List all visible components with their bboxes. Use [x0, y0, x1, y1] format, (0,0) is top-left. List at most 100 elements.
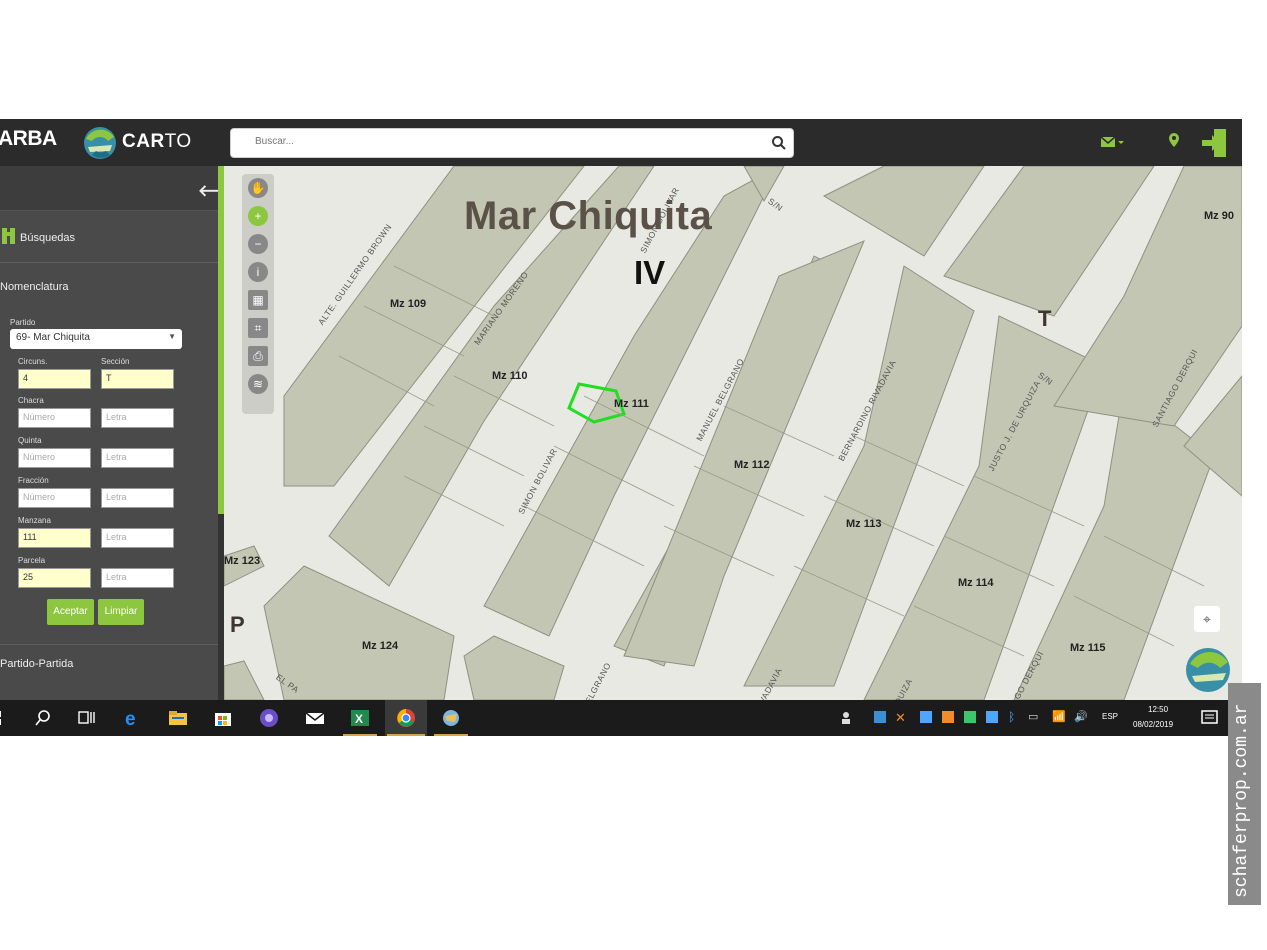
tray-app-icon[interactable]	[874, 711, 886, 723]
search-box[interactable]	[230, 128, 794, 158]
file-explorer-icon[interactable]	[167, 707, 189, 729]
app-header: ARBA CARTO	[0, 119, 1242, 166]
network-icon[interactable]: 📶	[1052, 710, 1066, 723]
nomenclatura-label[interactable]: Nomenclatura	[0, 281, 68, 293]
limpiar-button[interactable]: Limpiar	[98, 599, 144, 625]
parcela-letter-field[interactable]: Letra	[101, 568, 174, 588]
search-input[interactable]	[253, 135, 757, 148]
carto-wordmark: CARTO	[122, 131, 192, 152]
notifications-icon[interactable]	[1200, 708, 1220, 728]
search-icon[interactable]	[771, 135, 787, 151]
manzana-label: Manzana	[18, 516, 51, 525]
search-sidebar: 🡐 Búsquedas Nomenclatura Partido 69- Mar…	[0, 166, 241, 700]
map-letter-t: T	[1038, 306, 1052, 331]
seccion-field[interactable]: T	[101, 369, 174, 389]
chacra-letter-field[interactable]: Letra	[101, 408, 174, 428]
location-pin-icon[interactable]	[1166, 131, 1182, 153]
mail-icon[interactable]	[304, 707, 326, 729]
clock-date[interactable]: 08/02/2019	[1133, 720, 1173, 729]
tray-app-icon[interactable]	[986, 711, 998, 723]
chrome-icon[interactable]	[395, 707, 417, 729]
seccion-label: Sección	[101, 357, 130, 366]
logout-icon[interactable]	[1200, 127, 1230, 159]
aceptar-button[interactable]: Aceptar	[47, 599, 94, 625]
store-icon[interactable]	[212, 707, 234, 729]
block-label-mz123: Mz 123	[224, 555, 261, 567]
circuns-label: Circuns.	[18, 357, 48, 366]
task-view-icon[interactable]	[76, 707, 98, 729]
block-label-mz124: Mz 124	[362, 640, 399, 652]
select-area-icon[interactable]: ▦	[248, 290, 268, 310]
measure-icon[interactable]: ⌗	[248, 318, 268, 338]
active-indicator	[387, 734, 425, 736]
zoom-in-icon[interactable]: +	[248, 206, 268, 226]
divider	[0, 644, 218, 645]
print-icon[interactable]: ⎙	[248, 346, 268, 366]
map-block	[224, 660, 265, 700]
windows-start-icon[interactable]	[0, 707, 14, 729]
people-icon[interactable]	[840, 710, 856, 726]
search-icon[interactable]	[32, 707, 54, 729]
pan-hand-icon[interactable]: ✋	[248, 178, 268, 198]
zoom-out-icon[interactable]: −	[248, 234, 268, 254]
map-letter-p: P	[230, 612, 245, 637]
chevron-down-icon: ▼	[168, 332, 176, 341]
svg-text:X: X	[355, 712, 363, 726]
quinta-label: Quinta	[18, 436, 42, 445]
layers-icon[interactable]: ≋	[248, 374, 268, 394]
maps-app-icon[interactable]	[440, 707, 462, 729]
clock-time[interactable]: 12:50	[1148, 705, 1168, 714]
tray-app-icon[interactable]	[964, 711, 976, 723]
battery-icon[interactable]: ▭	[1028, 710, 1038, 723]
cadastral-map[interactable]: ✋ + − i ▦ ⌗ ⎙ ≋ Mar Chiquita IV T P Mz 1…	[224, 166, 1242, 700]
edge-browser-icon[interactable]: e	[122, 707, 144, 729]
chacra-number-field[interactable]: Número	[18, 408, 91, 428]
sidebar-header: 🡐	[0, 166, 241, 211]
map-block	[943, 166, 1155, 317]
tray-app-icon[interactable]	[942, 711, 954, 723]
fraccion-number-field[interactable]: Número	[18, 488, 91, 508]
carto-logo-icon	[84, 127, 116, 159]
partido-partida-label[interactable]: Partido-Partida	[0, 658, 73, 670]
screenshot-frame: ARBA CARTO Buscar... Búsquedas Nomenclat…	[0, 119, 1242, 736]
quinta-letter-field[interactable]: Letra	[101, 448, 174, 468]
busquedas-label[interactable]: Búsquedas	[20, 232, 75, 244]
tray-matlab-icon[interactable]: ✕	[895, 710, 906, 726]
partido-select[interactable]: 69- Mar Chiquita ▼	[10, 329, 182, 349]
media-player-icon[interactable]	[258, 707, 280, 729]
partido-value: 69- Mar Chiquita	[16, 332, 90, 343]
block-label-mz112: Mz 112	[734, 459, 770, 471]
info-icon[interactable]: i	[248, 262, 268, 282]
binoculars-icon	[2, 228, 15, 244]
excel-icon[interactable]: X	[349, 707, 371, 729]
carto-map-logo-icon	[1186, 648, 1230, 692]
quinta-number-field[interactable]: Número	[18, 448, 91, 468]
bluetooth-icon[interactable]: ᛒ	[1008, 710, 1015, 724]
volume-icon[interactable]: 🔊	[1074, 710, 1088, 723]
active-indicator	[343, 734, 377, 736]
manzana-field[interactable]: 111	[18, 528, 91, 548]
block-label-mz115: Mz 115	[1070, 642, 1106, 654]
arba-logo: ARBA	[0, 127, 57, 150]
watermark-text: schaferprop.com.ar	[1232, 703, 1252, 898]
watermark-banner: schaferprop.com.ar	[1228, 683, 1261, 905]
chacra-label: Chacra	[18, 396, 44, 405]
manzana-letter-field[interactable]: Letra	[101, 528, 174, 548]
fraccion-label: Fracción	[18, 476, 49, 485]
mail-dropdown-icon[interactable]	[1100, 131, 1126, 153]
partido-label: Partido	[10, 318, 36, 327]
fraccion-letter-field[interactable]: Letra	[101, 488, 174, 508]
language-indicator[interactable]: ESP	[1102, 712, 1118, 721]
parcela-field[interactable]: 25	[18, 568, 91, 588]
circuns-field[interactable]: 4	[18, 369, 91, 389]
map-block	[463, 635, 565, 700]
block-label-mz114: Mz 114	[958, 577, 994, 589]
tray-app-icon[interactable]	[920, 711, 932, 723]
locate-icon[interactable]: ⌖	[1194, 606, 1220, 632]
windows-taskbar: e X ✕ ᛒ ▭ 📶 🔊 ESP 12:50 08/02/2019	[0, 700, 1242, 736]
block-label-mz110: Mz 110	[492, 370, 528, 382]
block-label-mz90: Mz 90	[1204, 210, 1234, 222]
block-label-mz111: Mz 111	[614, 398, 649, 410]
active-indicator	[434, 734, 468, 736]
map-block	[822, 166, 985, 257]
